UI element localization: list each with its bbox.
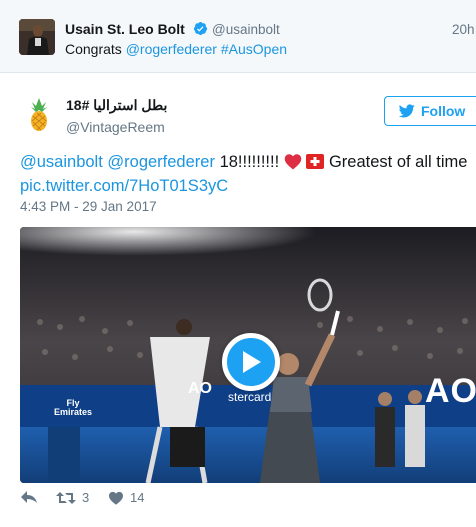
parent-tweet[interactable]: Usain St. Leo Bolt @usainbolt 20h Congra… <box>0 0 476 73</box>
red-heart-icon <box>284 154 302 170</box>
reply-icon <box>21 491 37 503</box>
parent-avatar[interactable] <box>19 19 55 55</box>
sponsor-fly-emirates: Fly Emirates <box>54 398 93 417</box>
hashtag-link[interactable]: #AusOpen <box>221 41 287 57</box>
ad-board-text: stercard <box>228 390 272 404</box>
like-count: 14 <box>130 490 145 505</box>
heart-icon <box>109 491 123 505</box>
swiss-flag-icon <box>306 154 325 169</box>
follow-button[interactable]: Follow <box>384 96 476 126</box>
play-icon <box>243 351 261 373</box>
verified-badge-icon <box>193 21 208 36</box>
reply-button[interactable] <box>20 490 38 504</box>
video-player[interactable]: Fly Emirates AO stercard AO <box>20 227 476 483</box>
retweet-icon <box>56 491 76 504</box>
retweet-button[interactable]: 3 <box>56 490 89 505</box>
ao-logo-small: AO <box>188 380 212 397</box>
parent-tweet-text: Congrats @rogerfederer #AusOpen <box>65 41 287 57</box>
main-author-name[interactable]: بطل استراليا #18 <box>66 97 167 114</box>
mention-link[interactable]: @usainbolt <box>20 153 103 171</box>
mention-link[interactable]: @rogerfederer <box>107 153 215 171</box>
parent-text-prefix: Congrats <box>65 41 126 57</box>
twitter-bird-icon <box>399 104 415 118</box>
tweet-text: @usainbolt @rogerfederer 18!!!!!!!!! Gre… <box>20 150 470 198</box>
tweet-actions: 3 14 <box>20 490 320 512</box>
ao-logo-large: AO <box>425 372 476 410</box>
tweet-timestamp[interactable]: 4:43 PM - 29 Jan 2017 <box>20 199 157 214</box>
main-author-handle[interactable]: @VintageReem <box>66 119 165 135</box>
play-button[interactable] <box>222 333 280 391</box>
tweet-text-end: Greatest of all time <box>328 153 468 171</box>
pineapple-avatar[interactable] <box>22 96 56 132</box>
parent-author-handle[interactable]: @usainbolt <box>212 22 280 37</box>
pic-link[interactable]: pic.twitter.com/7HoT01S3yC <box>20 177 228 195</box>
retweet-count: 3 <box>82 490 90 505</box>
tweet-text-middle: 18!!!!!!!!! <box>219 153 280 171</box>
parent-tweet-time[interactable]: 20h <box>452 22 475 37</box>
mention-link[interactable]: @rogerfederer <box>126 41 217 57</box>
parent-author-name[interactable]: Usain St. Leo Bolt <box>65 21 185 37</box>
like-button[interactable]: 14 <box>108 490 144 505</box>
follow-label: Follow <box>421 103 466 119</box>
